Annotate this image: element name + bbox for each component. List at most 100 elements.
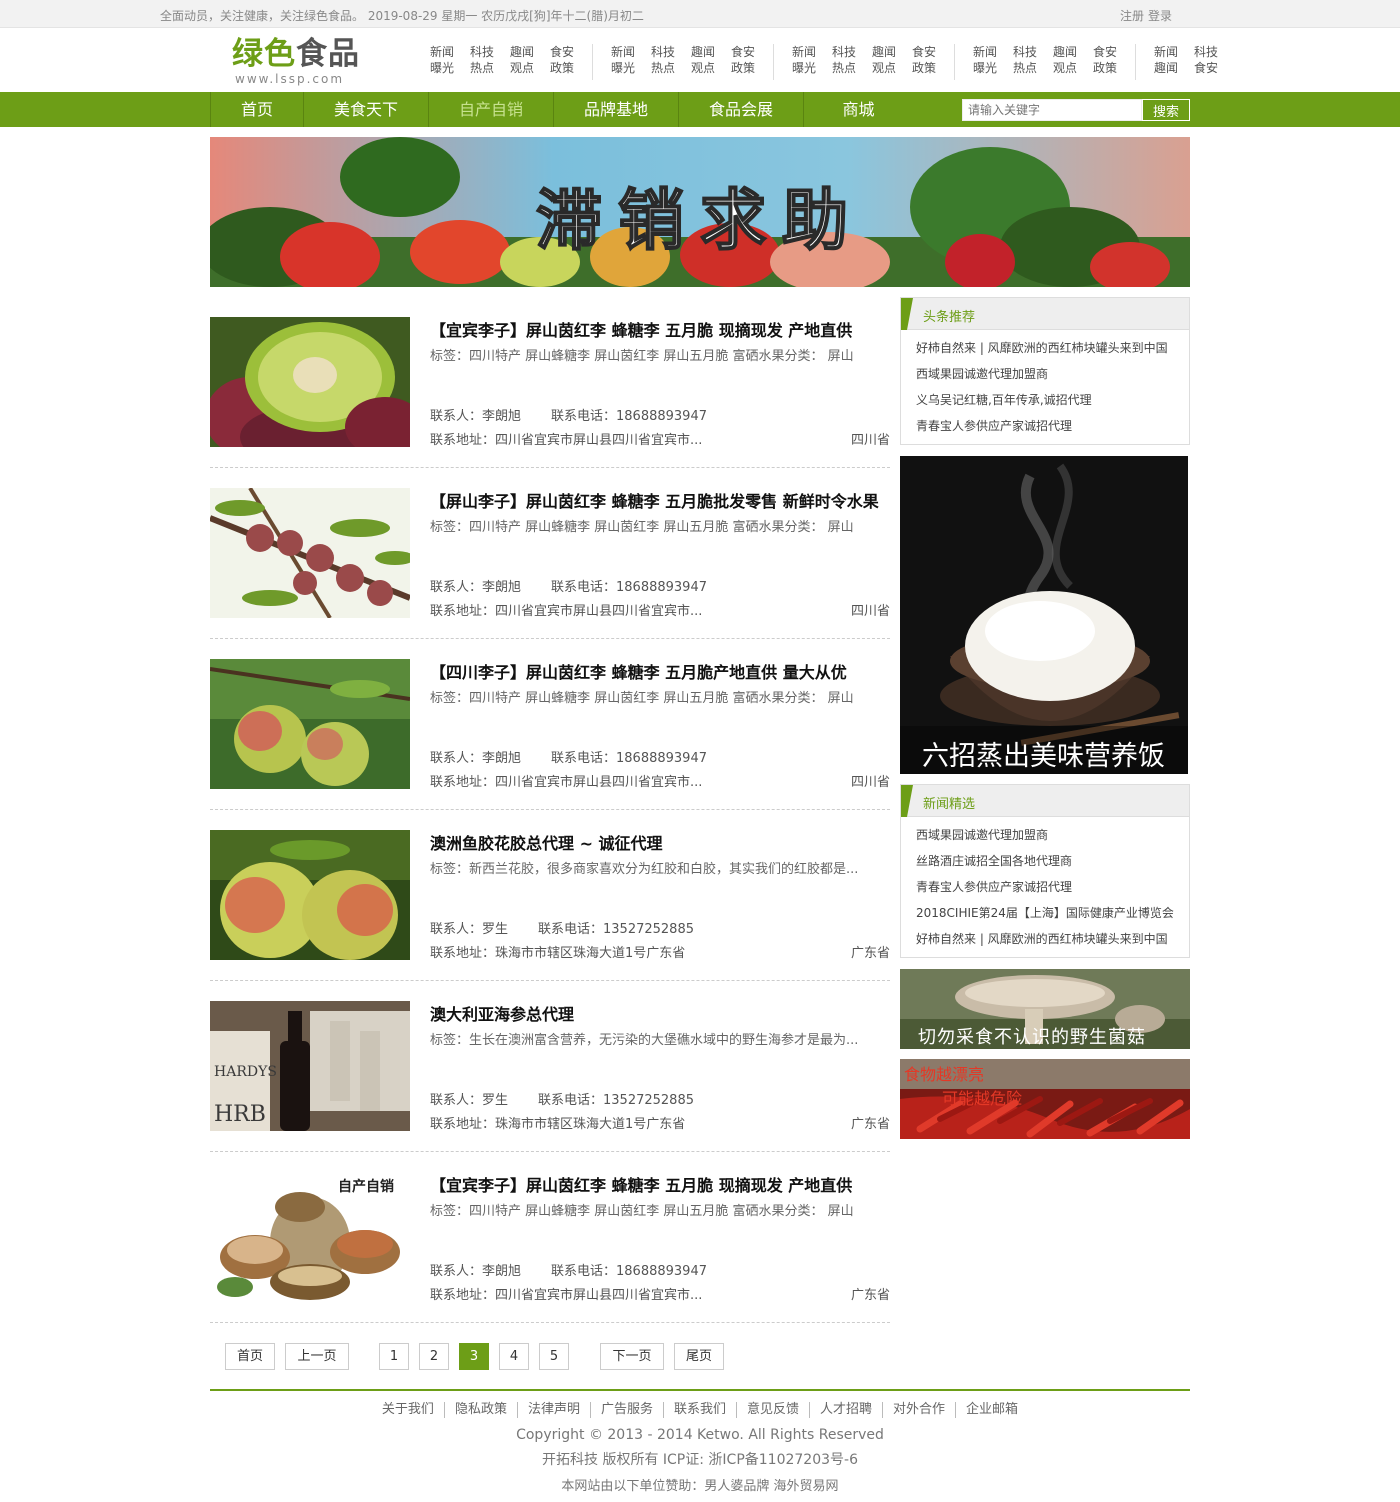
nav-item[interactable]: 自产自销	[428, 92, 553, 127]
header-link[interactable]: 趣闻	[502, 44, 542, 60]
news-item[interactable]: 好柿自然来 | 风靡欧洲的西红柿块罐头来到中国	[916, 927, 1189, 953]
headline-item[interactable]: 好柿自然来 | 风靡欧洲的西红柿块罐头来到中国	[916, 336, 1189, 362]
header-link-column: 新闻 曝光	[422, 44, 462, 80]
header-link[interactable]: 新闻	[1146, 44, 1186, 60]
header-link[interactable]: 趣闻	[683, 44, 723, 60]
nav-list: 首页 美食天下 自产自销 品牌基地 食品会展 商城	[210, 92, 913, 127]
headline-box-header: 头条推荐	[901, 298, 1189, 330]
header-link[interactable]: 政策	[1085, 60, 1125, 76]
greeting-date-text: 全面动员，关注健康，关注绿色食品。 2019-08-29 星期一 农历戊戌[狗]…	[160, 9, 644, 23]
footer-link[interactable]: 广告服务	[589, 1402, 663, 1418]
rice-ad[interactable]: 六招蒸出美味营养饭	[900, 456, 1188, 774]
chili-ad[interactable]: 食物越漂亮 可能越危险	[900, 1059, 1190, 1139]
header-link[interactable]: 观点	[683, 60, 723, 76]
header-link[interactable]: 食安	[1085, 44, 1125, 60]
page-number-button[interactable]: 1	[379, 1343, 409, 1370]
nav-item[interactable]: 首页	[210, 92, 303, 127]
footer-link[interactable]: 联系我们	[662, 1402, 736, 1418]
product-thumbnail[interactable]: 自产自销	[210, 1172, 410, 1302]
footer-link[interactable]: 隐私政策	[443, 1402, 517, 1418]
header-link[interactable]: 新闻	[422, 44, 462, 60]
headline-item[interactable]: 义乌吴记红糖,百年传承,诚招代理	[916, 388, 1189, 414]
footer-link[interactable]: 关于我们	[372, 1402, 444, 1418]
prev-page-button[interactable]: 上一页	[285, 1343, 349, 1370]
header-link[interactable]: 政策	[904, 60, 944, 76]
mushroom-ad[interactable]: 切勿采食不认识的野生菌菇	[900, 969, 1190, 1049]
nav-item[interactable]: 食品会展	[678, 92, 803, 127]
page-number-button[interactable]: 5	[539, 1343, 569, 1370]
site-logo[interactable]: 绿色食品 www.lssp.com	[232, 36, 372, 92]
next-page-button[interactable]: 下一页	[600, 1343, 664, 1370]
header-link[interactable]: 曝光	[784, 60, 824, 76]
header-link[interactable]: 政策	[723, 60, 763, 76]
news-item[interactable]: 西域果园诚邀代理加盟商	[916, 823, 1189, 849]
hero-banner[interactable]: 滞销求助	[210, 137, 1190, 287]
header-link[interactable]: 科技	[643, 44, 683, 60]
header-link[interactable]: 曝光	[603, 60, 643, 76]
header-link[interactable]: 政策	[542, 60, 582, 76]
header-link[interactable]: 热点	[1005, 60, 1045, 76]
product-thumbnail[interactable]	[210, 659, 410, 789]
nav-item[interactable]: 美食天下	[303, 92, 428, 127]
header-link[interactable]: 趣闻	[1146, 60, 1186, 76]
header-link[interactable]: 食安	[723, 44, 763, 60]
page-number-button[interactable]: 4	[499, 1343, 529, 1370]
header-link[interactable]: 科技	[462, 44, 502, 60]
headline-box: 头条推荐 好柿自然来 | 风靡欧洲的西红柿块罐头来到中国 西域果园诚邀代理加盟商义…	[900, 297, 1190, 445]
header-link[interactable]: 趣闻	[864, 44, 904, 60]
first-page-button[interactable]: 首页	[225, 1343, 275, 1370]
news-item[interactable]: 2018CIHIE第24届【上海】国际健康产业博览会	[916, 901, 1189, 927]
footer-link[interactable]: 人才招聘	[809, 1402, 882, 1418]
header-link[interactable]: 趣闻	[1045, 44, 1085, 60]
product-title[interactable]: 【宜宾李子】屏山茵红李 蜂糖李 五月脆 现摘现发 产地直供	[430, 1172, 852, 1196]
nav-item[interactable]: 商城	[803, 92, 913, 127]
header-link[interactable]: 新闻	[784, 44, 824, 60]
page-number-button[interactable]: 3	[459, 1343, 489, 1370]
product-title[interactable]: 【屏山李子】屏山茵红李 蜂糖李 五月脆批发零售 新鲜时令水果	[430, 488, 879, 512]
footer-link[interactable]: 意见反馈	[736, 1402, 809, 1418]
search-input[interactable]	[962, 99, 1142, 121]
product-title[interactable]: 【四川李子】屏山茵红李 蜂糖李 五月脆产地直供 量大从优	[430, 659, 847, 683]
headline-item[interactable]: 西域果园诚邀代理加盟商	[916, 362, 1189, 388]
nav-item[interactable]: 品牌基地	[553, 92, 678, 127]
header-link[interactable]: 食安	[1186, 60, 1226, 76]
search-button[interactable]: 搜索	[1142, 99, 1190, 121]
product-thumbnail[interactable]	[210, 830, 410, 960]
news-item[interactable]: 青春宝人参供应产家诚招代理	[916, 875, 1189, 901]
register-link[interactable]: 注册	[1120, 9, 1144, 23]
product-title[interactable]: 澳洲鱼胶花胶总代理 ~ 诚征代理	[430, 830, 663, 854]
header-link[interactable]: 食安	[542, 44, 582, 60]
last-page-button[interactable]: 尾页	[674, 1343, 724, 1370]
header-link[interactable]: 热点	[824, 60, 864, 76]
header-link[interactable]: 新闻	[965, 44, 1005, 60]
header-link[interactable]: 曝光	[422, 60, 462, 76]
header-link[interactable]: 热点	[643, 60, 683, 76]
login-link[interactable]: 登录	[1148, 9, 1172, 23]
header-link[interactable]: 食安	[904, 44, 944, 60]
headline-item[interactable]: 青春宝人参供应产家诚招代理	[916, 414, 1189, 440]
news-item[interactable]: 丝路酒庄诚招全国各地代理商	[916, 849, 1189, 875]
header-link[interactable]: 曝光	[965, 60, 1005, 76]
product-item: 自产自销 【宜宾李子】屏山茵红李 蜂糖李 五月脆 现摘现发 产地直供 标签：四川特产…	[210, 1152, 890, 1323]
product-title[interactable]: 【宜宾李子】屏山茵红李 蜂糖李 五月脆 现摘现发 产地直供	[430, 317, 852, 341]
product-thumbnail[interactable]	[210, 488, 410, 618]
page-number-button[interactable]: 2	[419, 1343, 449, 1370]
header-link[interactable]: 科技	[1186, 44, 1226, 60]
footer-link[interactable]: 法律声明	[516, 1402, 590, 1418]
product-province: 四川省	[850, 433, 890, 448]
header-link[interactable]: 科技	[824, 44, 864, 60]
header-link[interactable]: 热点	[462, 60, 502, 76]
product-thumbnail[interactable]: HARDYS HRB	[210, 1001, 410, 1131]
header-link[interactable]: 观点	[1045, 60, 1085, 76]
header-link[interactable]: 新闻	[603, 44, 643, 60]
footer-link[interactable]: 对外合作	[882, 1402, 955, 1418]
product-title[interactable]: 澳大利亚海参总代理	[430, 1001, 574, 1025]
header-link[interactable]: 观点	[502, 60, 542, 76]
product-thumbnail[interactable]	[210, 317, 410, 447]
headline-box-title: 头条推荐	[923, 310, 976, 325]
footer-link[interactable]: 企业邮箱	[955, 1402, 1028, 1418]
contact-phone: 联系电话：18688893947	[551, 1264, 707, 1279]
header-link[interactable]: 科技	[1005, 44, 1045, 60]
header-link[interactable]: 观点	[864, 60, 904, 76]
copyright-text: Copyright © 2013 - 2014 Ketwo. All Right…	[516, 1427, 884, 1443]
